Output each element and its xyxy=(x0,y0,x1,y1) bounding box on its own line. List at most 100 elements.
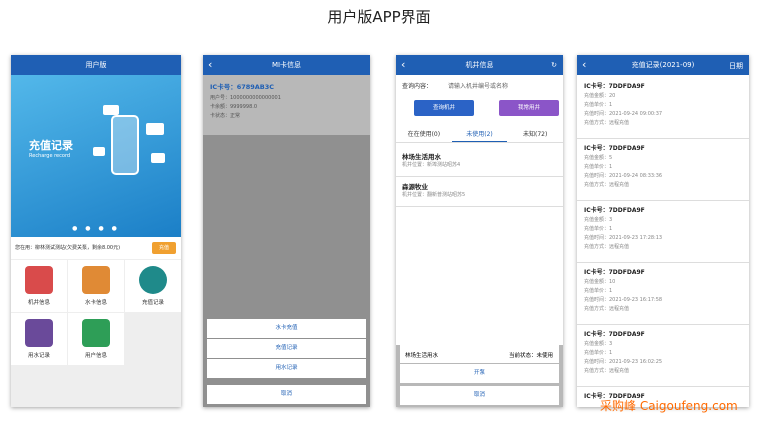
app-header: ‹ 机井信息 ↻ xyxy=(396,55,563,75)
well-location: 机井位置：新埠测站昭苏4 xyxy=(402,162,461,168)
grid-label: 用户信息 xyxy=(84,353,107,359)
status-notice: 您在用：柳林测试测站(欠费关泵，剩余8.00元) 充值 xyxy=(11,237,181,259)
card-illustration-icon xyxy=(103,105,119,115)
record-card: IC卡号：7DDFDA9F xyxy=(584,145,645,152)
grid-item-water-record[interactable]: 用水记录 xyxy=(11,313,67,365)
record-amount: 充值金额：3 xyxy=(584,341,613,347)
list-item[interactable]: 森源牧业 机井位置：翻新普测站昭苏5 xyxy=(396,177,563,207)
app-header: ‹ 充值记录(2021-09) 日期 xyxy=(577,55,749,75)
record-price: 充值单价：1 xyxy=(584,102,613,108)
grid-label: 水卡信息 xyxy=(84,300,107,306)
well-name: 森源牧业 xyxy=(402,183,428,191)
back-icon[interactable]: ‹ xyxy=(582,58,586,72)
recharge-button[interactable]: 充值 xyxy=(152,242,176,254)
record-card: IC卡号：7DDFDA9F xyxy=(584,331,645,338)
query-well-button[interactable]: 查询机井 xyxy=(414,100,474,116)
list-item[interactable]: IC卡号：7DDFDA9F 充值金额：10 充值单价：1 充值时间：2021-0… xyxy=(577,263,749,325)
cancel-button[interactable]: 取消 xyxy=(207,385,366,404)
record-time: 充值时间：2021-09-24 08:33:36 xyxy=(584,173,663,179)
notice-text: 您在用：柳林测试测站(欠费关泵，剩余8.00元) xyxy=(15,245,121,251)
phone-card-info-screen: ‹ MI卡信息 IC卡号：6789AB3C 用户号：10000000000000… xyxy=(203,55,370,407)
grid-item-recharge-record[interactable]: 充值记录 xyxy=(125,260,181,312)
status-tabs: 在在使用(0) 未使用(2) 未知(72) xyxy=(396,127,563,143)
search-input[interactable]: 请输入机井编号或名称 xyxy=(448,83,508,90)
gear-icon xyxy=(82,319,110,347)
tab-unused[interactable]: 未使用(2) xyxy=(451,127,508,142)
water-record-button[interactable]: 用水记录 xyxy=(207,359,366,378)
list-item[interactable]: 林场生活用水 机井位置：新埠测站昭苏4 xyxy=(396,147,563,177)
card-illustration-icon xyxy=(93,147,105,156)
sheet-info: 林场生活用水 当前状态：未使用 xyxy=(400,345,559,363)
record-time: 充值时间：2021-09-24 09:00:37 xyxy=(584,111,663,117)
watermark: 采购峰 Caigoufeng.com xyxy=(600,399,738,413)
tab-in-use[interactable]: 在在使用(0) xyxy=(396,127,452,142)
record-method: 充值方式：远程充值 xyxy=(584,368,630,374)
record-method: 充值方式：远程充值 xyxy=(584,120,630,126)
record-amount: 充值金额：3 xyxy=(584,217,613,223)
card-number: IC卡号：6789AB3C xyxy=(210,83,275,91)
record-method: 充值方式：远程充值 xyxy=(584,182,630,188)
card-illustration-icon xyxy=(146,123,164,135)
well-name: 林场生活用水 xyxy=(402,153,441,161)
common-well-button[interactable]: 我常用井 xyxy=(499,100,559,116)
action-sheet: 林场生活用水 当前状态：未使用 开泵 取消 xyxy=(396,345,563,407)
banner-title: 充值记录 xyxy=(29,139,73,152)
record-card: IC卡号：7DDFDA9F xyxy=(584,269,645,276)
record-amount: 充值金额：10 xyxy=(584,279,616,285)
tab-unknown[interactable]: 未知(72) xyxy=(507,127,563,142)
card-recharge-button[interactable]: 水卡充值 xyxy=(207,319,366,338)
grid-label: 用水记录 xyxy=(27,353,50,359)
back-icon[interactable]: ‹ xyxy=(208,58,212,72)
well-location: 机井位置：翻新普测站昭苏5 xyxy=(402,192,466,198)
list-item[interactable]: IC卡号：7DDFDA9F 充值金额：5 充值单价：1 充值时间：2021-09… xyxy=(577,139,749,201)
list-item[interactable]: IC卡号：7DDFDA9F 充值金额：3 充值单价：1 充值时间：2021-09… xyxy=(577,325,749,387)
sheet-well-name: 林场生活用水 xyxy=(405,353,439,359)
recharge-record-button[interactable]: 充值记录 xyxy=(207,339,366,358)
recharge-banner[interactable]: 充值记录 Recharge record xyxy=(11,75,181,237)
cancel-button[interactable]: 取消 xyxy=(400,386,559,405)
record-time: 充值时间：2021-09-23 16:02:25 xyxy=(584,359,663,365)
record-price: 充值单价：1 xyxy=(584,164,613,170)
header-title: 机井信息 xyxy=(465,61,494,69)
user-number: 用户号：1000000000000001 xyxy=(210,95,281,101)
grid-item-user-info[interactable]: 用户信息 xyxy=(68,313,124,365)
phone-well-info-screen: ‹ 机井信息 ↻ 查询内容： 请输入机井编号或名称 查询机井 我常用井 在在使用… xyxy=(396,55,563,407)
record-method: 充值方式：远程充值 xyxy=(584,306,630,312)
card-balance: 卡余额：9999998.0 xyxy=(210,104,258,110)
back-icon[interactable]: ‹ xyxy=(401,58,405,72)
card-info-panel: IC卡号：6789AB3C 用户号：1000000000000001 卡余额：9… xyxy=(203,75,370,135)
record-amount: 充值金额：20 xyxy=(584,93,616,99)
page-title: 用户版APP界面 xyxy=(327,8,431,26)
query-panel: 查询内容： 请输入机井编号或名称 查询机井 我常用井 xyxy=(396,75,563,127)
phone-home-screen: 用户版 充值记录 Recharge record ● ● ● ● 您在用：柳林测… xyxy=(11,55,181,407)
date-filter-button[interactable]: 日期 xyxy=(729,61,743,71)
grid-item-well-info[interactable]: 机井信息 xyxy=(11,260,67,312)
record-amount: 充值金额：5 xyxy=(584,155,613,161)
app-header: 用户版 xyxy=(11,55,181,75)
refresh-icon[interactable]: ↻ xyxy=(551,61,557,69)
recharge-icon xyxy=(139,266,167,294)
well-icon xyxy=(25,266,53,294)
record-time: 充值时间：2021-09-23 17:28:13 xyxy=(584,235,663,241)
grid-label: 充值记录 xyxy=(141,300,164,306)
water-record-icon xyxy=(25,319,53,347)
grid-item-card-info[interactable]: 水卡信息 xyxy=(68,260,124,312)
record-price: 充值单价：1 xyxy=(584,350,613,356)
phone-illustration-icon xyxy=(111,115,139,175)
record-price: 充值单价：1 xyxy=(584,226,613,232)
card-icon xyxy=(82,266,110,294)
open-pump-button[interactable]: 开泵 xyxy=(400,364,559,383)
record-card: IC卡号：7DDFDA9F xyxy=(584,83,645,90)
card-illustration-icon xyxy=(151,153,165,163)
grid-label: 机井信息 xyxy=(27,300,50,306)
phone-recharge-record-screen: ‹ 充值记录(2021-09) 日期 IC卡号：7DDFDA9F 充值金额：20… xyxy=(577,55,749,407)
carousel-dots[interactable]: ● ● ● ● xyxy=(11,225,181,232)
list-item[interactable]: IC卡号：7DDFDA9F 充值金额：3 充值单价：1 充值时间：2021-09… xyxy=(577,201,749,263)
header-title: MI卡信息 xyxy=(271,61,302,69)
record-time: 充值时间：2021-09-23 16:17:58 xyxy=(584,297,663,303)
card-status: 卡状态：正常 xyxy=(210,113,241,119)
list-item[interactable]: IC卡号：7DDFDA9F 充值金额：20 充值单价：1 充值时间：2021-0… xyxy=(577,77,749,139)
sheet-well-state: 当前状态：未使用 xyxy=(508,353,553,359)
header-title: 充值记录(2021-09) xyxy=(631,61,695,69)
record-card: IC卡号：7DDFDA9F xyxy=(584,207,645,214)
